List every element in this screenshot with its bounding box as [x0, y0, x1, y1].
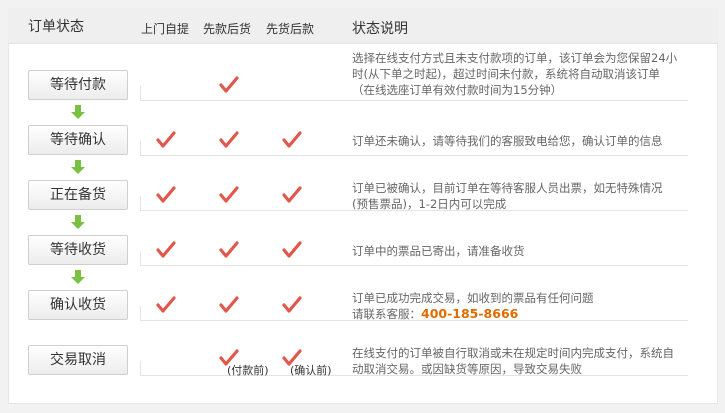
- row-divider: [140, 100, 688, 101]
- status-description: 订单还未确认，请等待我们的客服致电给您，确认订单的信息: [352, 134, 663, 148]
- check-icon: [156, 186, 176, 203]
- check-icon: [156, 131, 176, 148]
- check-icon: [156, 296, 176, 313]
- row-connector: [140, 196, 141, 210]
- header-description: 状态说明: [352, 21, 408, 37]
- header-prepay: 先款后货: [203, 22, 252, 36]
- status-button-awaiting-confirmation[interactable]: 等待确认: [28, 125, 128, 155]
- status-button-preparing[interactable]: 正在备货: [28, 180, 128, 210]
- check-icon: [282, 131, 302, 148]
- status-description: 订单已被确认，目前订单在等待客服人员出票，如无特殊情况 (预售票品)，1-2日内…: [352, 181, 663, 211]
- row-divider: [140, 265, 688, 266]
- check-icon: [282, 186, 302, 203]
- check-icon: [156, 241, 176, 258]
- status-button-cancelled[interactable]: 交易取消: [28, 345, 128, 375]
- cod-note: (确认前): [290, 364, 332, 377]
- status-description: 订单已成功完成交易，如收到的票品有任何问题 请联系客服：400-185-8666: [352, 290, 690, 322]
- row-connector: [140, 251, 141, 265]
- status-description: 在线支付的订单被自行取消或未在规定时间内完成支付，系统自 动取消交易。或因缺货等…: [352, 346, 674, 376]
- check-icon: [219, 241, 239, 258]
- header-cod: 先货后款: [266, 22, 315, 36]
- check-icon: [219, 186, 239, 203]
- hotline-number[interactable]: 400-185-8666: [421, 306, 518, 321]
- check-icon: [219, 296, 239, 313]
- header-title: 订单状态: [28, 19, 84, 35]
- status-button-awaiting-payment[interactable]: 等待付款: [28, 70, 128, 100]
- check-icon: [219, 76, 239, 93]
- arrow-down-icon: [71, 160, 85, 174]
- arrow-down-icon: [71, 270, 85, 284]
- check-icon: [282, 296, 302, 313]
- check-icon: [282, 241, 302, 258]
- status-description: 订单中的票品已寄出，请准备收货: [352, 244, 525, 258]
- arrow-down-icon: [71, 215, 85, 229]
- status-button-awaiting-receipt[interactable]: 等待收货: [28, 235, 128, 265]
- header-pickup: 上门自提: [141, 22, 190, 36]
- row-divider: [140, 155, 688, 156]
- row-connector: [140, 306, 141, 320]
- row-connector: [140, 141, 141, 155]
- prepay-note: (付款前): [227, 364, 269, 377]
- row-connector: [140, 86, 141, 100]
- arrow-down-icon: [71, 105, 85, 119]
- status-button-confirm-receipt[interactable]: 确认收货: [28, 290, 128, 320]
- check-icon: [219, 131, 239, 148]
- row-connector: [140, 361, 141, 375]
- status-description: 选择在线支付方式且未支付款项的订单，该订单会为您保留24小 时(从下单之时起)，…: [352, 51, 678, 97]
- contact-line: 请联系客服：400-185-8666: [352, 306, 519, 321]
